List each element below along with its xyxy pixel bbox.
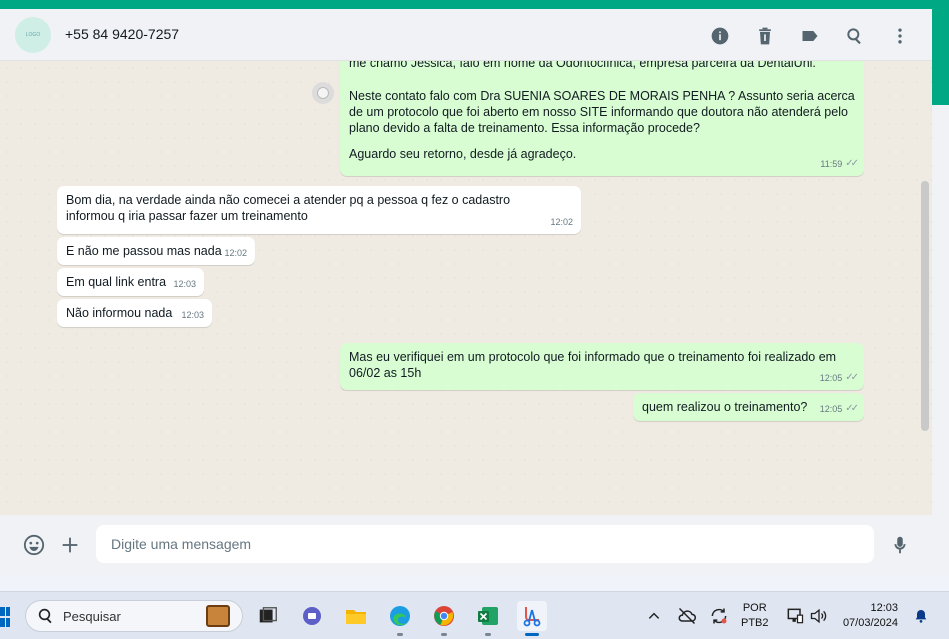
windows-taskbar: Pesquisar POR PTB2 12:03 07/03/2024	[0, 591, 949, 639]
conversation-panel[interactable]: me chamo Jessica, falo em nome da Odonto…	[0, 61, 932, 515]
taskbar-clock[interactable]: 12:03 07/03/2024	[838, 601, 898, 631]
message-incoming[interactable]: Não informou nada 12:03	[57, 299, 212, 327]
chat-scrollbar[interactable]	[921, 181, 929, 431]
message-time: 12:03	[173, 279, 196, 289]
message-text-partial: me chamo Jessica, falo em nome da Odonto…	[349, 61, 816, 70]
trash-icon[interactable]	[752, 23, 777, 48]
message-meta: 12:02	[550, 214, 573, 230]
message-time: 12:02	[224, 248, 247, 258]
onedrive-offline-icon[interactable]	[677, 592, 697, 639]
contact-name[interactable]: +55 84 9420-7257	[65, 26, 179, 42]
emoji-icon[interactable]	[21, 532, 47, 558]
message-text: Mas eu verifiquei em um protocolo que fo…	[349, 350, 837, 380]
language-code: POR	[742, 602, 767, 614]
message-outgoing[interactable]: Mas eu verifiquei em um protocolo que fo…	[340, 343, 864, 390]
message-time: 12:03	[181, 310, 204, 320]
file-explorer-icon[interactable]	[341, 601, 371, 631]
edge-browser-icon[interactable]	[385, 601, 415, 636]
snipping-tool-icon[interactable]	[517, 601, 547, 636]
sync-icon[interactable]	[709, 592, 729, 639]
message-meta: 12:03	[181, 307, 204, 323]
window-bottom-gap	[0, 575, 949, 591]
label-icon[interactable]	[797, 23, 822, 48]
show-hidden-icons-chevron-icon[interactable]	[647, 592, 661, 639]
message-meta: 11:59 ✓✓	[820, 156, 859, 172]
taskbar-search[interactable]: Pesquisar	[25, 600, 243, 632]
read-ticks-icon: ✓✓	[845, 403, 859, 414]
message-text: Bom dia, na verdade ainda não comecei a …	[66, 193, 511, 223]
language-indicator[interactable]: POR PTB2	[741, 592, 769, 639]
message-outgoing[interactable]: me chamo Jessica, falo em nome da Odonto…	[340, 61, 864, 176]
search-label: Pesquisar	[63, 609, 121, 624]
more-vert-icon[interactable]	[887, 23, 912, 48]
message-time: 11:59	[820, 159, 843, 169]
window-right-accent	[932, 9, 949, 105]
briefcase-icon	[206, 605, 230, 627]
message-meta: 12:02	[224, 245, 247, 261]
keyboard-layout: PTB2	[741, 617, 769, 629]
message-text: E não me passou mas nada	[66, 244, 222, 258]
avatar[interactable]: LOGO	[15, 17, 51, 53]
chat-header: LOGO +55 84 9420-7257	[0, 9, 932, 61]
message-time: 12:02	[550, 217, 573, 227]
clock-time: 12:03	[870, 602, 898, 614]
header-actions	[707, 23, 912, 48]
window-top-accent	[0, 0, 949, 9]
message-incoming[interactable]: Em qual link entra 12:03	[57, 268, 204, 296]
info-icon[interactable]	[707, 23, 732, 48]
message-meta: 12:05 ✓✓	[819, 401, 859, 417]
microphone-icon[interactable]	[887, 532, 913, 558]
excel-icon[interactable]	[473, 601, 503, 636]
network-icon[interactable]	[785, 592, 805, 639]
emoji-reaction-icon[interactable]	[312, 82, 334, 104]
read-ticks-icon: ✓✓	[845, 158, 859, 169]
windows-start-icon[interactable]	[0, 607, 12, 627]
message-time: 12:05	[819, 404, 843, 414]
compose-bar	[0, 515, 932, 575]
attach-plus-icon[interactable]	[57, 532, 83, 558]
search-icon	[38, 608, 52, 624]
task-view-icon[interactable]	[253, 601, 283, 631]
message-meta: 12:03	[173, 276, 196, 292]
message-meta: 12:05 ✓✓	[819, 370, 859, 386]
volume-icon[interactable]	[809, 592, 829, 639]
whatsapp-window: LOGO +55 84 9420-7257 me chamo Jessica, …	[0, 9, 932, 575]
message-incoming[interactable]: E não me passou mas nada 12:02	[57, 237, 255, 265]
message-text: Aguardo seu retorno, desde já agradeço.	[349, 147, 577, 161]
message-incoming[interactable]: Bom dia, na verdade ainda não comecei a …	[57, 186, 581, 234]
clock-date: 07/03/2024	[842, 617, 898, 629]
read-ticks-icon: ✓✓	[845, 372, 859, 383]
chrome-browser-icon[interactable]	[429, 601, 459, 636]
message-input[interactable]	[96, 525, 874, 563]
teams-chat-icon[interactable]	[297, 601, 327, 631]
message-time: 12:05	[819, 373, 843, 383]
search-icon[interactable]	[842, 23, 867, 48]
notification-bell-icon[interactable]	[913, 592, 929, 639]
message-outgoing[interactable]: quem realizou o treinamento? 12:05 ✓✓	[633, 393, 864, 421]
message-text: Neste contato falo com Dra SUENIA SOARES…	[349, 89, 855, 135]
